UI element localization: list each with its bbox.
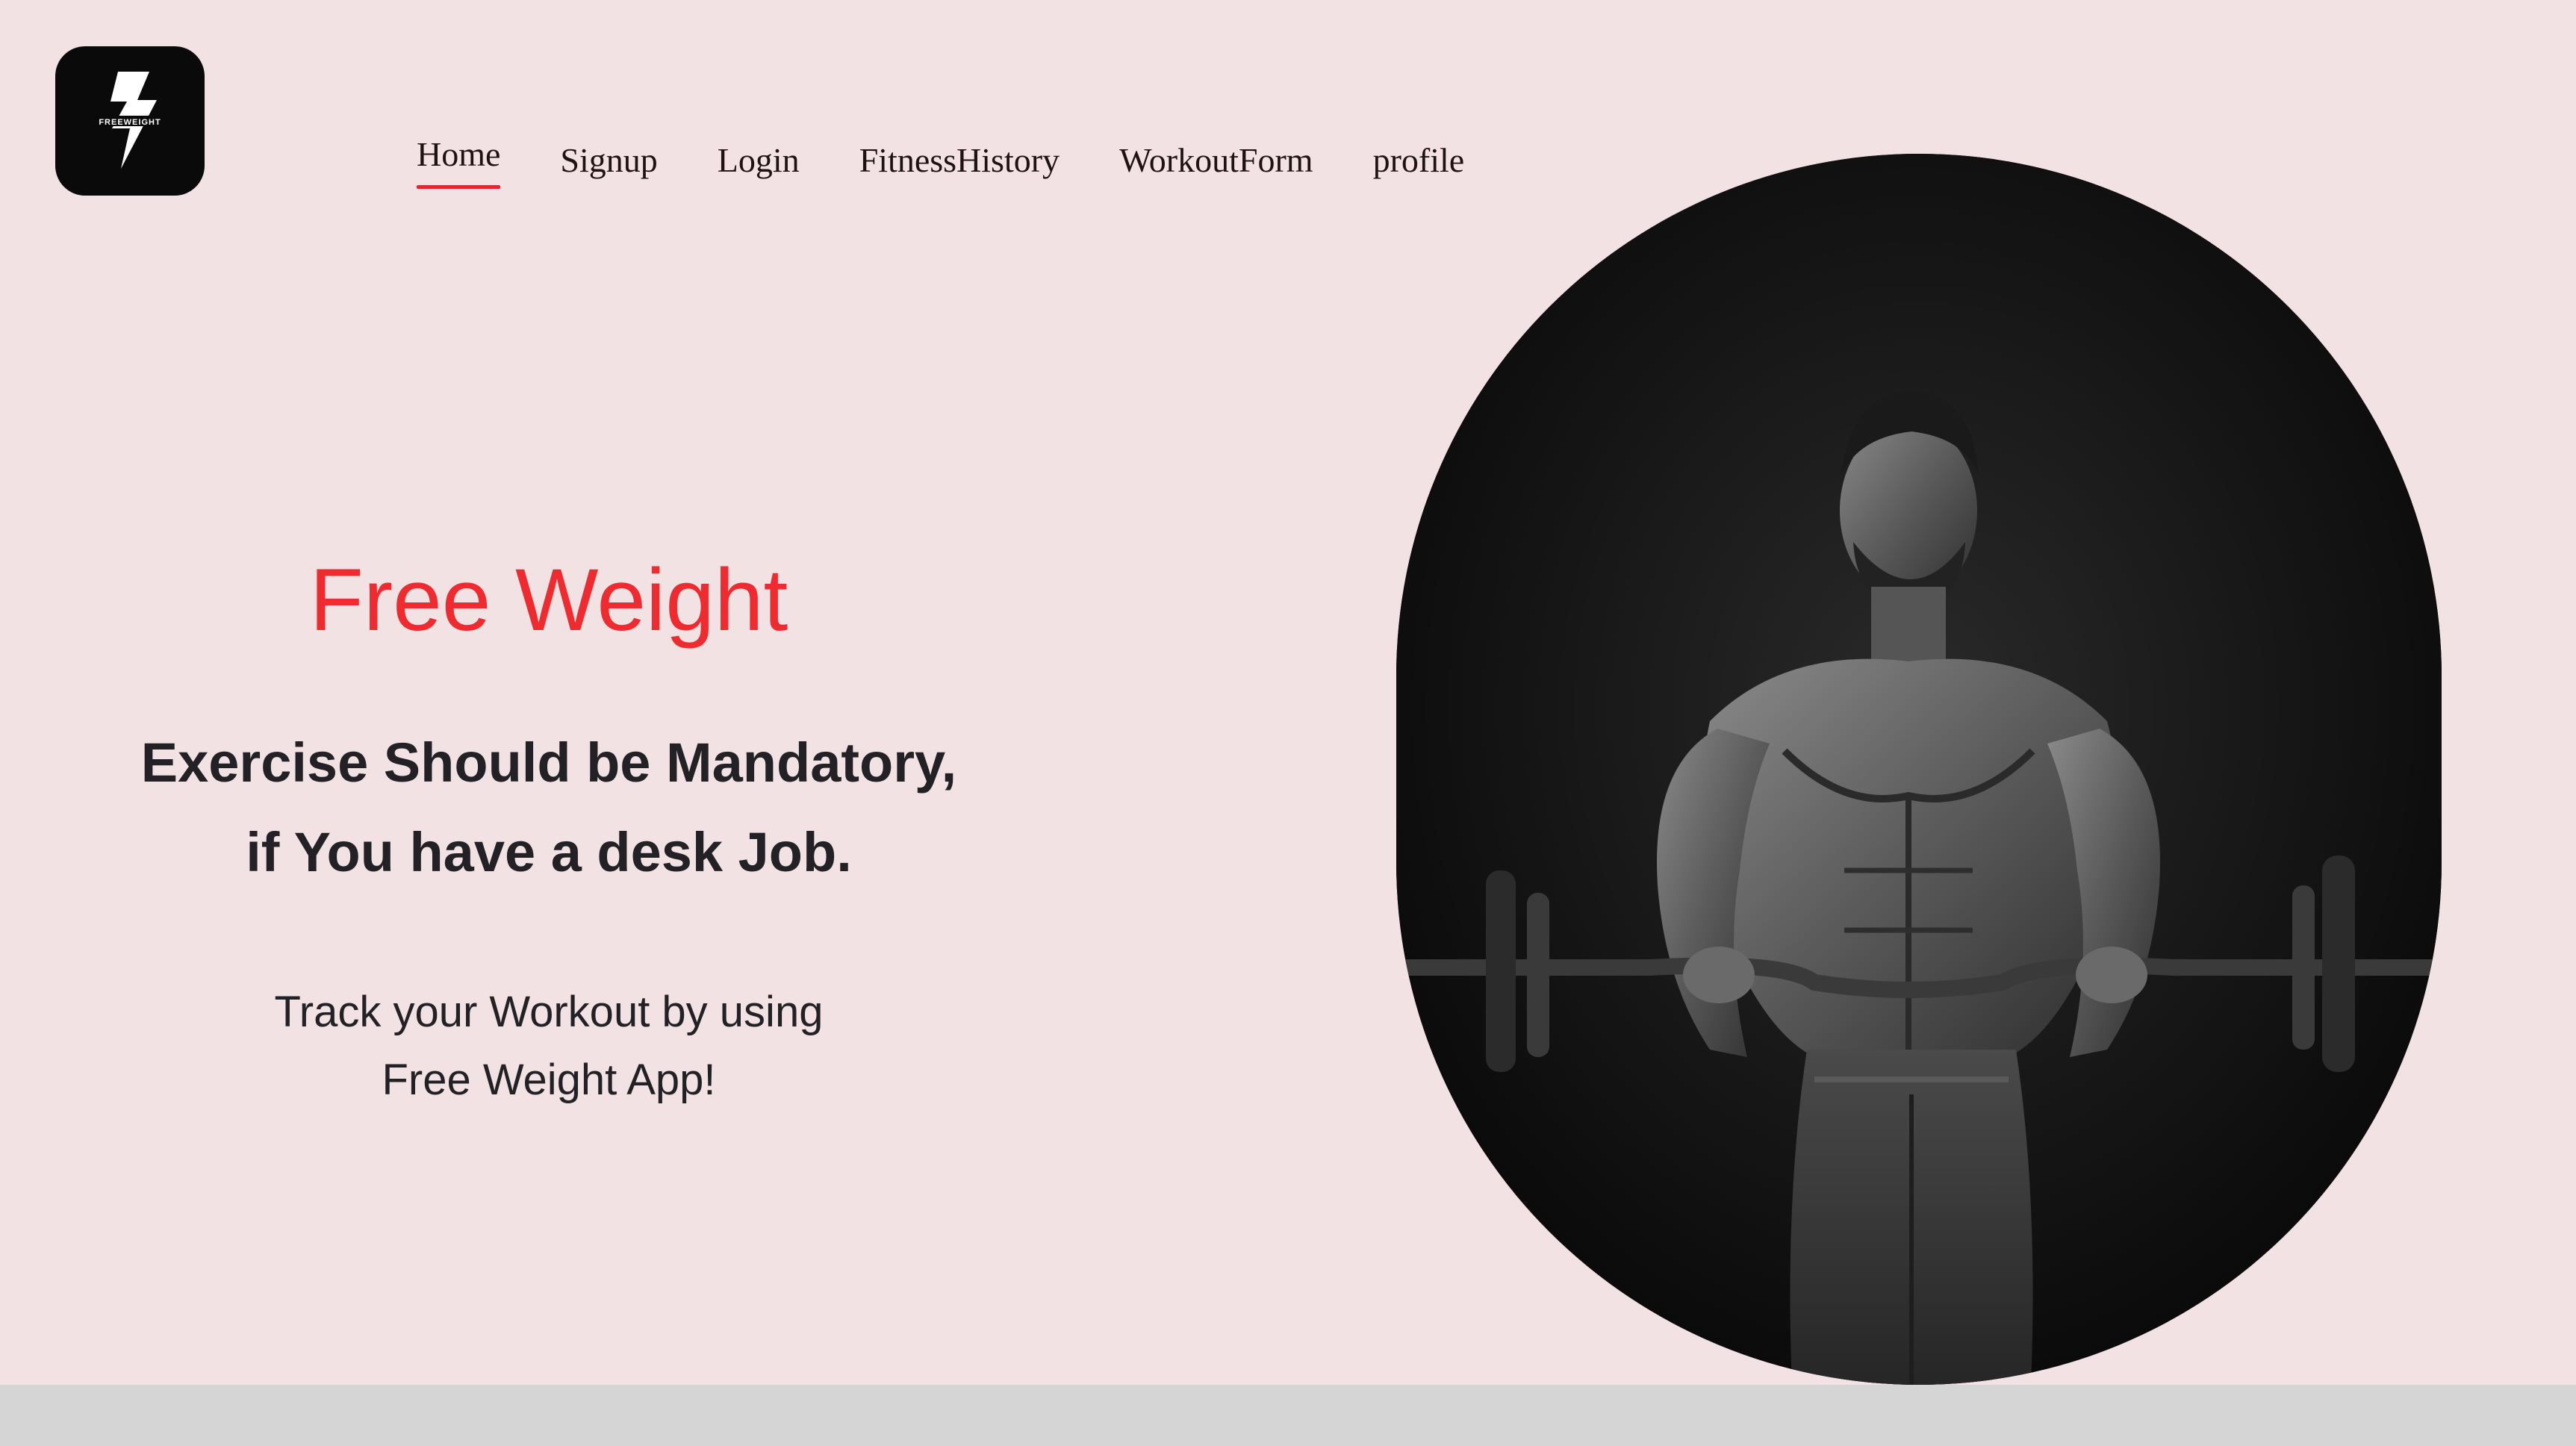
nav-login[interactable]: Login [718,140,800,180]
nav-fitness-history[interactable]: FitnessHistory [859,140,1060,180]
hero-title: Free Weight [309,551,788,649]
hero-image [1396,154,2442,1385]
nav-workout-form[interactable]: WorkoutForm [1119,140,1313,180]
nav-home[interactable]: Home [417,134,501,189]
hero-description-line2: Free Weight App! [382,1056,716,1104]
main-nav: Home Signup Login FitnessHistory Workout… [417,135,1464,189]
hero-description: Track your Workout by using Free Weight … [0,978,1098,1114]
nav-signup[interactable]: Signup [560,140,657,180]
hero-subtitle-line2: if You have a desk Job. [246,821,852,883]
page: FREEWEIGHT Home Signup Login FitnessHist… [0,0,2576,1385]
footer-bar [0,1385,2576,1446]
logo-text: FREEWEIGHT [99,118,161,127]
freeweight-logo[interactable]: FREEWEIGHT [55,46,205,196]
hero-subtitle-line1: Exercise Should be Mandatory, [140,732,957,794]
man-lifting-barbell-illustration [1396,154,2442,1385]
hero-subtitle: Exercise Should be Mandatory, if You hav… [0,718,1098,897]
hero-description-line1: Track your Workout by using [274,988,824,1036]
